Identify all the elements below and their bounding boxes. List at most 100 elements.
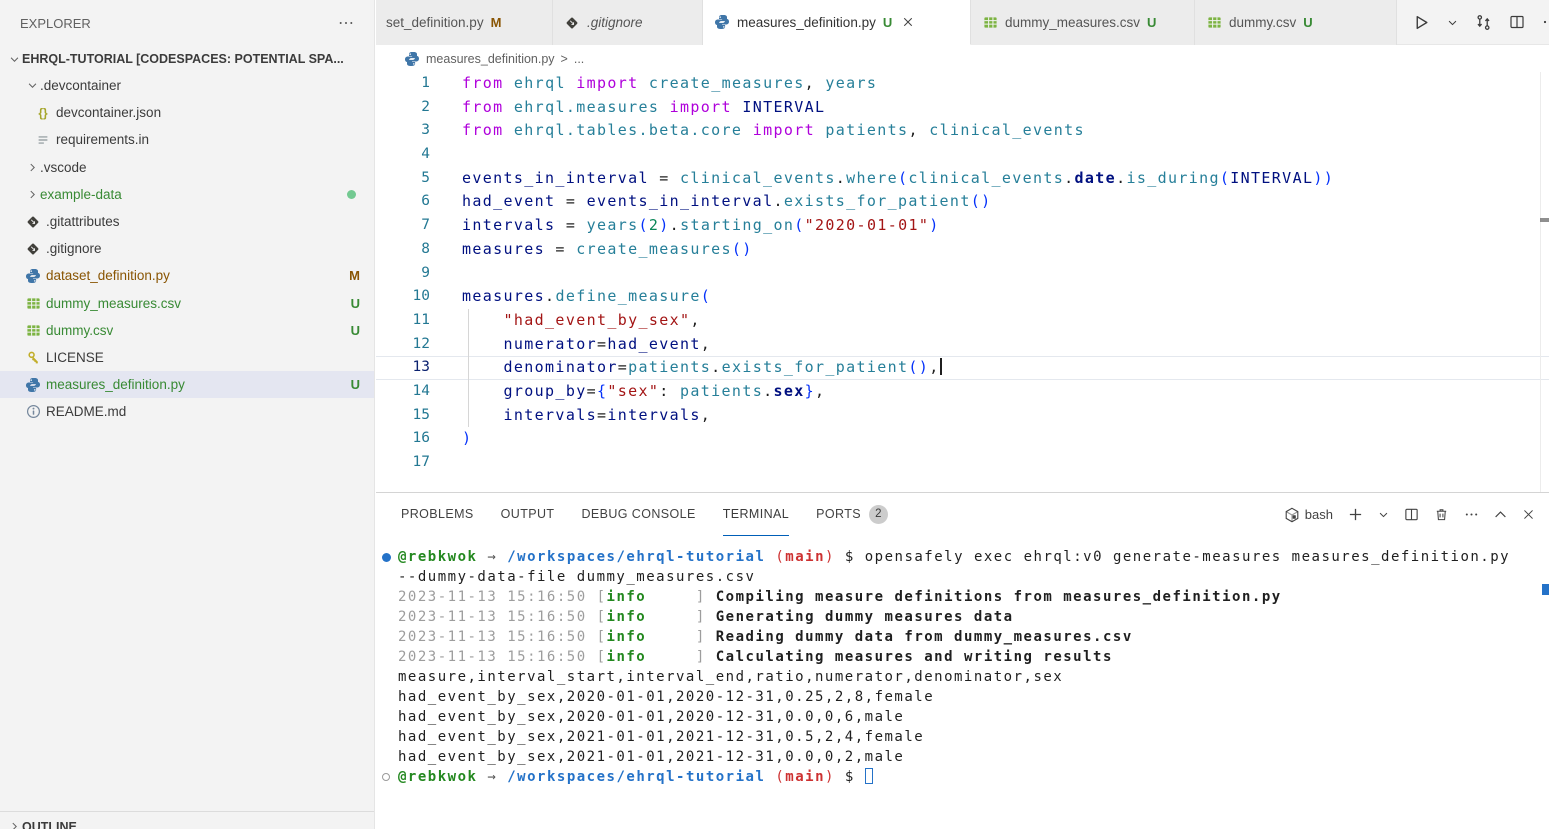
code-editor[interactable]: 1from ehrql import create_measures, year… [376,72,1549,492]
tree-item-devcontainer-json[interactable]: {}devcontainer.json [0,99,374,126]
git-status-badge: M [349,268,360,283]
panel-tabs: PROBLEMS OUTPUT DEBUG CONSOLE TERMINAL PORTS… [401,493,915,536]
command-decoration-icon[interactable] [382,553,391,562]
tab-dummy-csv[interactable]: dummy.csvU [1195,0,1397,45]
kill-terminal-icon[interactable] [1434,507,1449,522]
python-icon [24,268,42,284]
code-line: 15 intervals=intervals, [376,404,1549,428]
code-line: 13 denominator=patients.exists_for_patie… [376,356,1549,380]
breadcrumb[interactable]: measures_definition.py > ... [376,45,1549,72]
explorer-more-actions-icon[interactable]: ⋯ [338,13,356,33]
tree-item-license[interactable]: LICENSE [0,344,374,371]
new-terminal-icon[interactable] [1348,507,1363,522]
code-text: group_by={"sex": patients.sex}, [462,380,825,404]
code-text: ) [462,427,472,451]
code-line: 8measures = create_measures() [376,238,1549,262]
code-text: measures = create_measures() [462,238,753,262]
code-text: denominator=patients.exists_for_patient(… [462,356,942,380]
ports-count-badge: 2 [869,505,888,524]
tree-item-example-data[interactable]: example-data [0,181,374,208]
line-number: 5 [376,167,430,191]
panel-header: PROBLEMS OUTPUT DEBUG CONSOLE TERMINAL PORTS… [376,493,1549,536]
csv-icon [24,295,42,311]
line-number: 9 [376,262,430,286]
tree-item-dataset-definition-py[interactable]: dataset_definition.py M [0,262,374,289]
tab-dummy-measures-csv[interactable]: dummy_measures.csvU [971,0,1195,45]
split-editor-icon[interactable] [1509,14,1525,30]
tab-label: set_definition.py [386,15,484,30]
panel-tab-label: TERMINAL [723,507,789,521]
terminal-shell-selector[interactable]: bash [1284,507,1333,523]
terminal-line: @rebkwok → /workspaces/ehrql-tutorial (m… [376,767,1549,787]
terminal-dropdown-icon[interactable] [1378,509,1389,520]
tab--gitignore[interactable]: .gitignore [553,0,703,45]
tab-set-definition-py[interactable]: set_definition.pyM [376,0,553,45]
editor-scrollbar[interactable] [1540,72,1549,492]
breadcrumb-file[interactable]: measures_definition.py [426,52,555,66]
terminal-more-icon[interactable] [1464,507,1479,522]
breadcrumb-separator: > [561,52,568,66]
close-panel-icon[interactable] [1522,508,1535,521]
terminal-line: 2023-11-13 15:16:50 [info ] Generating d… [376,607,1549,627]
python-icon [404,51,420,67]
tree-item-dummy-measures-csv[interactable]: dummy_measures.csvU [0,290,374,317]
line-number: 12 [376,333,430,357]
tree-item--vscode[interactable]: .vscode [0,154,374,181]
split-terminal-icon[interactable] [1404,507,1419,522]
panel-tab-terminal[interactable]: TERMINAL [723,493,789,536]
line-number: 7 [376,214,430,238]
bash-icon [1284,507,1300,523]
outline-label: OUTLINE [22,820,77,829]
command-decoration-pending-icon[interactable] [382,773,390,781]
key-icon [24,349,42,365]
outline-section-header[interactable]: OUTLINE [0,811,374,829]
terminal-line: 2023-11-13 15:16:50 [info ] Compiling me… [376,587,1549,607]
tree-item-requirements-in[interactable]: requirements.in [0,126,374,153]
list-icon [34,132,52,148]
breadcrumb-more[interactable]: ... [574,52,584,66]
tree-item--gitignore[interactable]: .gitignore [0,235,374,262]
line-number: 15 [376,404,430,428]
tab-label: .gitignore [587,15,643,30]
tree-item-dummy-csv[interactable]: dummy.csvU [0,317,374,344]
tree-item-label: dataset_definition.py [46,268,170,283]
tree-item--gitattributes[interactable]: .gitattributes [0,208,374,235]
tree-item-label: .devcontainer [40,78,121,93]
text-cursor [940,358,942,375]
explorer-title: EXPLORER [20,16,91,31]
python-icon [713,14,731,30]
panel-tab-problems[interactable]: PROBLEMS [401,493,474,536]
tree-item-measures-definition-py[interactable]: measures_definition.pyU [0,371,374,398]
panel-tab-debug-console[interactable]: DEBUG CONSOLE [581,493,695,536]
tree-item-readme-md[interactable]: README.md [0,398,374,425]
close-icon[interactable] [902,16,914,28]
code-text: intervals = years(2).starting_on("2020-0… [462,214,940,238]
line-number: 1 [376,72,430,96]
code-line: 6had_event = events_in_interval.exists_f… [376,190,1549,214]
root-folder-label: EHRQL-TUTORIAL [CODESPACES: POTENTIAL SP… [22,52,344,66]
csv-icon [24,322,42,338]
line-number: 13 [376,356,430,380]
tab-label: measures_definition.py [737,15,876,30]
tabs-container: set_definition.pyM .gitignore measures_def… [376,0,1397,44]
run-icon[interactable] [1413,14,1430,31]
code-lines: 1from ehrql import create_measures, year… [376,72,1549,475]
tree-item-label: .gitattributes [46,214,120,229]
terminal[interactable]: @rebkwok → /workspaces/ehrql-tutorial (m… [376,536,1549,829]
terminal-line: 2023-11-13 15:16:50 [info ] Reading dumm… [376,627,1549,647]
tab-measures-definition-py[interactable]: measures_definition.pyU [703,0,971,45]
open-changes-icon[interactable] [1475,14,1492,31]
code-text: intervals=intervals, [462,404,711,428]
line-number: 4 [376,143,430,167]
more-actions-icon[interactable] [1542,14,1549,30]
explorer-root-folder[interactable]: EHRQL-TUTORIAL [CODESPACES: POTENTIAL SP… [0,46,374,72]
maximize-panel-icon[interactable] [1494,508,1507,521]
panel-tab-output[interactable]: OUTPUT [501,493,555,536]
editor-actions [1397,0,1549,44]
run-dropdown-icon[interactable] [1447,17,1458,28]
overview-ruler-marker [1540,218,1549,222]
tree-item--devcontainer[interactable]: .devcontainer [0,72,374,99]
panel-tab-ports[interactable]: PORTS2 [816,493,888,536]
code-text: events_in_interval = clinical_events.whe… [462,167,1334,191]
code-line: 7 intervals = years(2).starting_on("2020-… [376,214,1549,238]
